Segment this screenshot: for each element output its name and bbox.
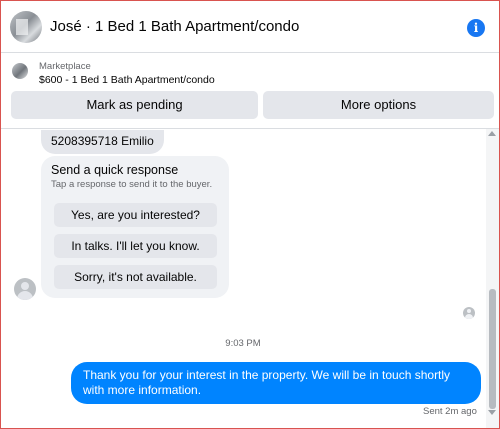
incoming-message: 5208395718 Emilio xyxy=(41,130,164,154)
seen-avatar-body xyxy=(465,314,473,319)
scroll-up-icon[interactable] xyxy=(488,131,496,136)
sent-status: Sent 2m ago xyxy=(423,406,477,417)
message-thread[interactable]: 5208395718 Emilio Send a quick response … xyxy=(1,130,485,428)
quick-response-title: Send a quick response xyxy=(51,163,179,177)
seen-avatar-icon xyxy=(463,307,475,319)
message-timestamp: 9:03 PM xyxy=(225,338,261,349)
more-options-button[interactable]: More options xyxy=(263,91,494,119)
quick-response-option[interactable]: In talks. I'll let you know. xyxy=(54,234,217,258)
quick-response-subtitle: Tap a response to send it to the buyer. xyxy=(51,179,213,190)
listing-thumbnail[interactable] xyxy=(12,63,28,79)
chat-title[interactable]: José · 1 Bed 1 Bath Apartment/condo xyxy=(50,18,299,35)
listing-avatar[interactable] xyxy=(10,11,42,43)
chat-header: José · 1 Bed 1 Bath Apartment/condo i xyxy=(1,1,499,53)
scrollbar[interactable] xyxy=(486,129,499,428)
avatar-body xyxy=(17,291,33,300)
scroll-down-icon[interactable] xyxy=(488,410,496,415)
scrollbar-thumb[interactable] xyxy=(489,289,496,409)
listing-price-title[interactable]: $600 - 1 Bed 1 Bath Apartment/condo xyxy=(39,74,215,86)
chat-window: José · 1 Bed 1 Bath Apartment/condo i Ma… xyxy=(0,0,500,429)
mark-as-pending-button[interactable]: Mark as pending xyxy=(11,91,258,119)
outgoing-message: Thank you for your interest in the prope… xyxy=(71,362,481,404)
quick-response-card: Send a quick response Tap a response to … xyxy=(41,156,229,298)
quick-response-option[interactable]: Yes, are you interested? xyxy=(54,203,217,227)
listing-source: Marketplace xyxy=(39,61,91,72)
info-icon[interactable]: i xyxy=(467,19,485,37)
avatar-head xyxy=(21,282,29,290)
listing-panel: Marketplace $600 - 1 Bed 1 Bath Apartmen… xyxy=(1,53,499,129)
seen-avatar-head xyxy=(467,309,471,313)
buyer-avatar[interactable] xyxy=(14,278,36,300)
quick-response-option[interactable]: Sorry, it's not available. xyxy=(54,265,217,289)
